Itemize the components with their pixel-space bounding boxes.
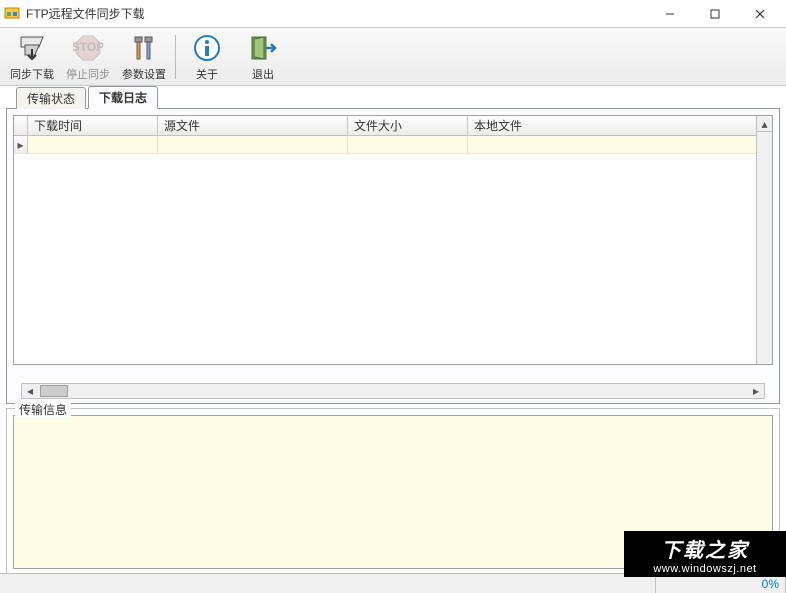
tab-transfer-status[interactable]: 传输状态 [16,87,86,109]
col-file-size[interactable]: 文件大小 [348,116,468,135]
about-button[interactable]: 关于 [179,30,235,84]
exit-button[interactable]: 退出 [235,30,291,84]
window-buttons [647,2,782,26]
toolbar: 同步下载 STOP 停止同步 参数设置 关于 退出 [0,28,786,86]
sync-download-button[interactable]: 同步下载 [4,30,60,84]
exit-door-icon [247,32,279,64]
stop-sync-label: 停止同步 [66,66,110,82]
log-table: 下载时间 源文件 文件大小 本地文件 ▸ ▴ [13,115,773,365]
row-marker-header [14,116,28,135]
settings-label: 参数设置 [122,66,166,82]
watermark: 下载之家 www.windowszj.net [624,531,786,577]
cell-time [28,136,158,153]
sync-download-label: 同步下载 [10,66,54,82]
col-source-file[interactable]: 源文件 [158,116,348,135]
maximize-button[interactable] [692,2,737,26]
minimize-button[interactable] [647,2,692,26]
table-row[interactable]: ▸ [14,136,772,154]
row-marker-icon: ▸ [14,136,28,153]
cell-size [348,136,468,153]
toolbar-separator [175,35,176,79]
transfer-info-label: 传输信息 [15,401,71,418]
col-local-file[interactable]: 本地文件 [468,116,772,135]
stop-sync-button: STOP 停止同步 [60,30,116,84]
tab-row: 传输状态 下载日志 [16,88,780,108]
close-button[interactable] [737,2,782,26]
title-bar: FTP远程文件同步下载 [0,0,786,28]
scroll-thumb[interactable] [40,385,68,397]
tab-download-log[interactable]: 下载日志 [88,86,158,109]
sync-down-icon [16,32,48,64]
about-label: 关于 [196,66,218,82]
svg-text:STOP: STOP [73,40,103,54]
horizontal-scrollbar[interactable]: ◂ ▸ [21,383,765,399]
cell-local [468,136,772,153]
scroll-right-icon[interactable]: ▸ [748,384,764,398]
vertical-scrollbar[interactable]: ▴ [756,116,772,364]
col-download-time[interactable]: 下载时间 [28,116,158,135]
tools-icon [128,32,160,64]
exit-label: 退出 [252,66,274,82]
status-left [0,574,656,593]
scroll-up-icon[interactable]: ▴ [757,116,772,132]
scroll-left-icon[interactable]: ◂ [22,384,38,398]
tab-area: 传输状态 下载日志 下载时间 源文件 文件大小 本地文件 ▸ ▴ ◂ [0,86,786,404]
stop-sign-icon: STOP [72,32,104,64]
watermark-text: 下载之家 [661,534,749,563]
settings-button[interactable]: 参数设置 [116,30,172,84]
app-icon [4,6,20,22]
tab-content: 下载时间 源文件 文件大小 本地文件 ▸ ▴ ◂ ▸ [6,108,780,404]
table-header: 下载时间 源文件 文件大小 本地文件 [14,116,772,136]
cell-source [158,136,348,153]
info-icon [191,32,223,64]
watermark-url: www.windowszj.net [653,563,756,575]
window-title: FTP远程文件同步下载 [26,5,647,22]
